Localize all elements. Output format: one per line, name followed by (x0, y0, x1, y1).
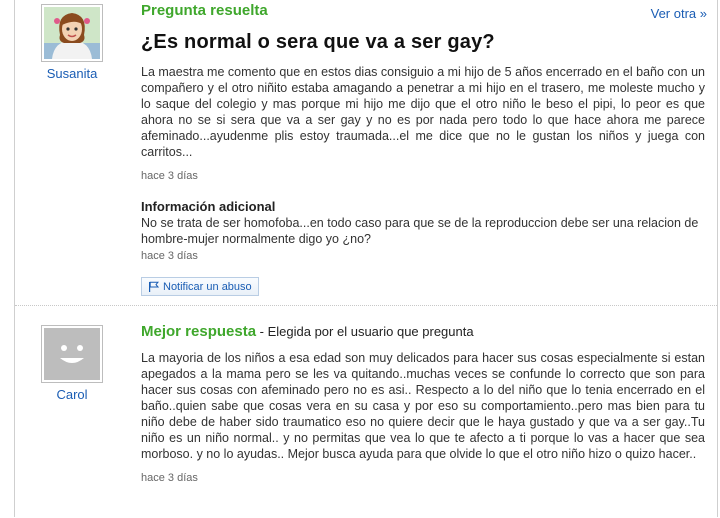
answer-content: Mejor respuesta - Elegida por el usuario… (141, 323, 705, 484)
question-body: La maestra me comento que en estos dias … (141, 65, 705, 159)
page-title: ¿Es normal o sera que va a ser gay? (141, 31, 495, 53)
qa-frame: Susanita Pregunta resuelta Ver otra » ¿E… (14, 0, 718, 517)
avatar-susanita-icon (44, 7, 100, 59)
answer-body: La mayoria de los niños a esa edad son m… (141, 351, 705, 461)
question-section: Susanita Pregunta resuelta Ver otra » ¿E… (15, 0, 717, 305)
question-status: Pregunta resuelta (141, 2, 268, 19)
flag-icon (149, 281, 159, 292)
question-user[interactable]: Susanita (41, 4, 103, 81)
question-content: Pregunta resuelta Ver otra » ¿Es normal … (141, 2, 707, 297)
question-timestamp: hace 3 días (141, 170, 198, 182)
answer-user[interactable]: Carol (41, 325, 103, 402)
avatar-default-icon (44, 328, 100, 380)
additional-info-heading: Información adicional (141, 199, 276, 214)
best-answer-section: Carol Mejor respuesta - Elegida por el u… (15, 305, 717, 518)
avatar[interactable] (41, 4, 103, 62)
more-link[interactable]: Ver otra » (651, 6, 707, 21)
best-answer-header: Mejor respuesta - Elegida por el usuario… (141, 323, 705, 340)
best-answer-status: Mejor respuesta (141, 323, 257, 340)
additional-info-text: No se trata de ser homofoba...en todo ca… (141, 216, 699, 246)
user-name[interactable]: Susanita (41, 66, 103, 81)
answer-timestamp: hace 3 días (141, 472, 198, 484)
avatar[interactable] (41, 325, 103, 383)
user-name[interactable]: Carol (41, 387, 103, 402)
report-abuse-button[interactable]: Notificar un abuso (141, 277, 259, 296)
additional-timestamp: hace 3 días (141, 250, 198, 262)
chosen-by-label: - Elegida por el usuario que pregunta (256, 324, 474, 339)
report-abuse-label: Notificar un abuso (163, 280, 252, 293)
